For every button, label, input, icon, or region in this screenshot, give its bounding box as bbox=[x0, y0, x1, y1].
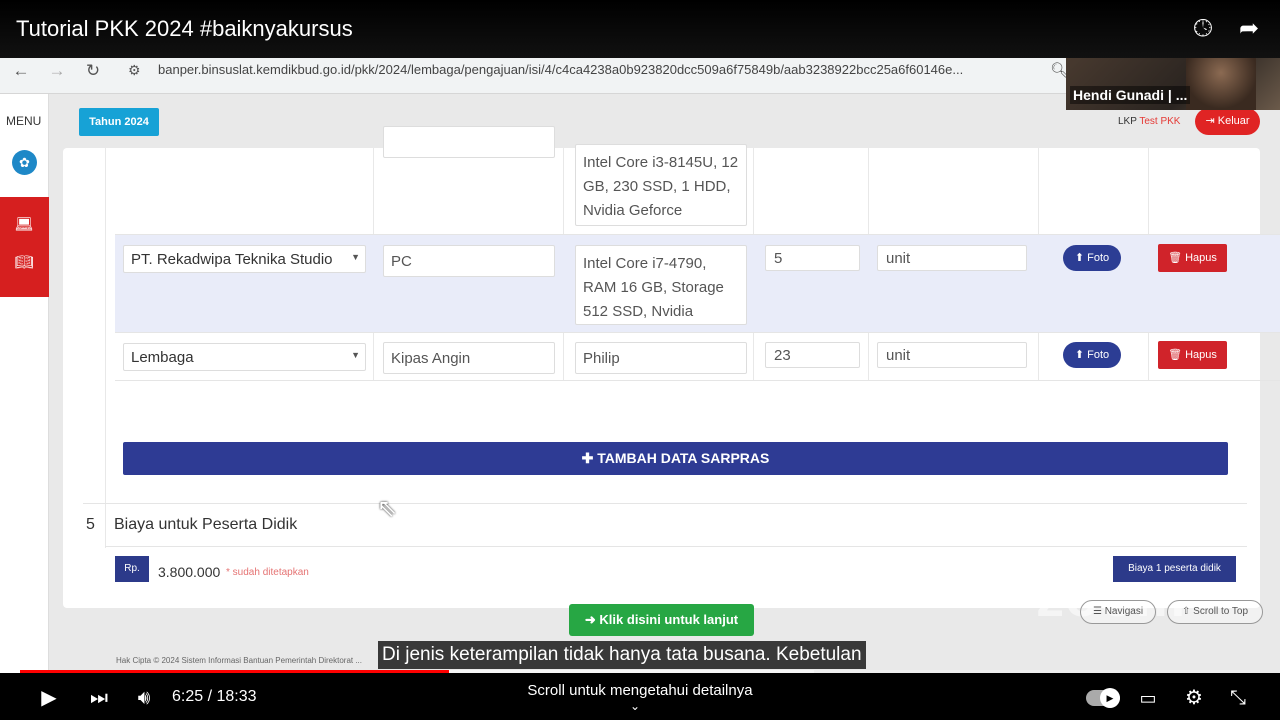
continue-button[interactable]: ➜ Klik disini untuk lanjut bbox=[569, 604, 754, 636]
item-name-field[interactable]: Kipas Angin bbox=[383, 342, 555, 374]
main-card: Intel Core i3-8145U, 12 GB, 230 SSD, 1 H… bbox=[63, 126, 1280, 636]
navigasi-button[interactable]: ☰ Navigasi bbox=[1080, 600, 1156, 624]
book-icon[interactable]: 📖︎ bbox=[12, 253, 36, 273]
lkp-prefix: LKP bbox=[1118, 116, 1137, 127]
trash-icon: 🗑︎ bbox=[1168, 252, 1186, 264]
delete-button[interactable]: 🗑︎ Hapus bbox=[1158, 341, 1227, 369]
chevron-down-icon[interactable]: ⌄ bbox=[630, 699, 640, 713]
arrow-up-icon: ⇧ bbox=[1181, 606, 1194, 617]
photo-upload-button[interactable]: ⬆ Foto bbox=[1063, 245, 1121, 271]
unit-field[interactable]: unit bbox=[877, 245, 1027, 271]
play-icon: ▶ bbox=[1100, 688, 1120, 708]
footer-text: Hak Cipta © 2024 Sistem Informasi Bantua… bbox=[116, 656, 363, 665]
owner-select[interactable]: Lembaga ▼ bbox=[123, 343, 366, 371]
clock-icon[interactable]: 🕓︎ bbox=[1188, 14, 1218, 44]
next-icon[interactable]: ⏭︎ bbox=[86, 684, 112, 712]
logout-icon: ⇥ bbox=[1205, 115, 1218, 127]
site-sidebar: MENU ✿ 💻︎ 📖︎ bbox=[0, 94, 49, 673]
photo-label: Foto bbox=[1087, 252, 1110, 264]
logout-button[interactable]: ⇥ Keluar bbox=[1195, 108, 1260, 135]
back-icon[interactable]: ← bbox=[10, 60, 32, 82]
owner-select[interactable]: PT. Rekadwipa Teknika Studio ▼ bbox=[123, 245, 366, 273]
played-bar bbox=[20, 670, 450, 673]
item-name-field[interactable]: PC bbox=[383, 245, 555, 277]
site-settings-icon[interactable]: ⚙ bbox=[128, 62, 141, 79]
table-row: Lembaga ▼ Kipas Angin Philip 23 unit ⬆ F… bbox=[115, 333, 1280, 381]
scroll-hint[interactable]: Scroll untuk mengetahui detailnya bbox=[450, 682, 830, 699]
cost-note: * sudah ditetapkan bbox=[226, 567, 309, 578]
upload-icon: ⬆ bbox=[1074, 252, 1088, 264]
lkp-label: LKP Test PKK bbox=[1118, 116, 1180, 127]
cost-amount: 3.800.000 bbox=[158, 564, 221, 580]
divider bbox=[105, 148, 106, 548]
photo-label: Foto bbox=[1087, 349, 1110, 361]
scroll-top-label: Scroll to Top bbox=[1193, 606, 1248, 617]
spec-textarea[interactable]: Intel Core i7-4790, RAM 16 GB, Storage 5… bbox=[575, 245, 747, 325]
video-frame: ← → ↻ ⚙ banper.binsuslat.kemdikbud.go.id… bbox=[0, 0, 1280, 720]
logo-icon: ✿ bbox=[12, 150, 37, 175]
menu-label[interactable]: MENU bbox=[6, 114, 41, 128]
plus-icon: ✚ bbox=[581, 450, 598, 466]
share-icon[interactable]: ➦ bbox=[1234, 14, 1264, 44]
item-name-field[interactable] bbox=[383, 126, 555, 158]
laptop-icon[interactable]: 💻︎ bbox=[12, 215, 36, 235]
currency-badge: Rp. bbox=[115, 556, 149, 582]
url-text[interactable]: banper.binsuslat.kemdikbud.go.id/pkk/202… bbox=[158, 62, 1038, 77]
arrow-right-icon: ➜ bbox=[584, 612, 600, 627]
participant-name: Hendi Gunadi | ... bbox=[1070, 86, 1191, 104]
gear-icon[interactable]: ⚙ bbox=[1180, 684, 1208, 712]
divider bbox=[83, 503, 1247, 504]
captions-icon[interactable]: ▭ bbox=[1134, 684, 1162, 712]
video-title: Tutorial PKK 2024 #baiknyakursus bbox=[16, 16, 353, 41]
navigasi-label: Navigasi bbox=[1104, 606, 1144, 617]
quantity-field[interactable]: 23 bbox=[765, 342, 860, 368]
scroll-top-button[interactable]: ⇧ Scroll to Top bbox=[1167, 600, 1263, 624]
year-badge[interactable]: Tahun 2024 bbox=[79, 108, 159, 136]
quantity-field[interactable]: 5 bbox=[765, 245, 860, 271]
sidebar-active-group: 💻︎ 📖︎ bbox=[0, 197, 49, 297]
photo-upload-button[interactable]: ⬆ Foto bbox=[1063, 342, 1121, 368]
volume-icon[interactable]: 🔊︎ bbox=[130, 684, 158, 712]
forward-icon[interactable]: → bbox=[46, 60, 68, 82]
unit-field[interactable]: unit bbox=[877, 342, 1027, 368]
table-row: PT. Rekadwipa Teknika Studio ▼ PC Intel … bbox=[115, 235, 1280, 333]
caption-text: Di jenis keterampilan tidak hanya tata b… bbox=[378, 641, 866, 669]
divider bbox=[105, 546, 1247, 547]
autoplay-toggle[interactable]: ▶ bbox=[1086, 688, 1120, 708]
spec-field[interactable]: Philip bbox=[575, 342, 747, 374]
upload-icon: ⬆ bbox=[1074, 349, 1088, 361]
continue-label: Klik disini untuk lanjut bbox=[599, 612, 739, 627]
delete-label: Hapus bbox=[1185, 349, 1217, 361]
chevron-down-icon: ▼ bbox=[351, 350, 360, 360]
delete-button[interactable]: 🗑︎ Hapus bbox=[1158, 244, 1227, 272]
section-number: 5 bbox=[86, 516, 95, 533]
add-sarpras-label: TAMBAH DATA SARPRAS bbox=[597, 450, 770, 466]
chevron-down-icon: ▼ bbox=[351, 252, 360, 262]
time-display: 6:25 / 18:33 bbox=[172, 688, 257, 705]
owner-value: PT. Rekadwipa Teknika Studio bbox=[131, 251, 333, 268]
reload-icon[interactable]: ↻ bbox=[82, 60, 104, 82]
trash-icon: 🗑︎ bbox=[1168, 349, 1186, 361]
exit-fullscreen-icon[interactable]: ⤡ bbox=[1224, 684, 1252, 712]
section-title: Biaya untuk Peserta Didik bbox=[114, 516, 298, 533]
play-icon[interactable]: ▶ bbox=[36, 684, 62, 712]
add-sarpras-button[interactable]: ✚ TAMBAH DATA SARPRAS bbox=[123, 442, 1228, 475]
menu-icon: ☰ bbox=[1092, 606, 1105, 617]
progress-bar[interactable] bbox=[20, 670, 1260, 673]
logout-label: Keluar bbox=[1217, 115, 1250, 127]
spec-textarea[interactable]: Intel Core i3-8145U, 12 GB, 230 SSD, 1 H… bbox=[575, 144, 747, 226]
owner-value: Lembaga bbox=[131, 349, 194, 366]
table-row: Intel Core i3-8145U, 12 GB, 230 SSD, 1 H… bbox=[115, 126, 1280, 235]
delete-label: Hapus bbox=[1185, 252, 1217, 264]
video-title-bar: Tutorial PKK 2024 #baiknyakursus 🕓︎ ➦ bbox=[0, 0, 1280, 58]
mouse-cursor-icon: ⇖ bbox=[377, 495, 398, 522]
lkp-name: Test PKK bbox=[1139, 116, 1181, 127]
